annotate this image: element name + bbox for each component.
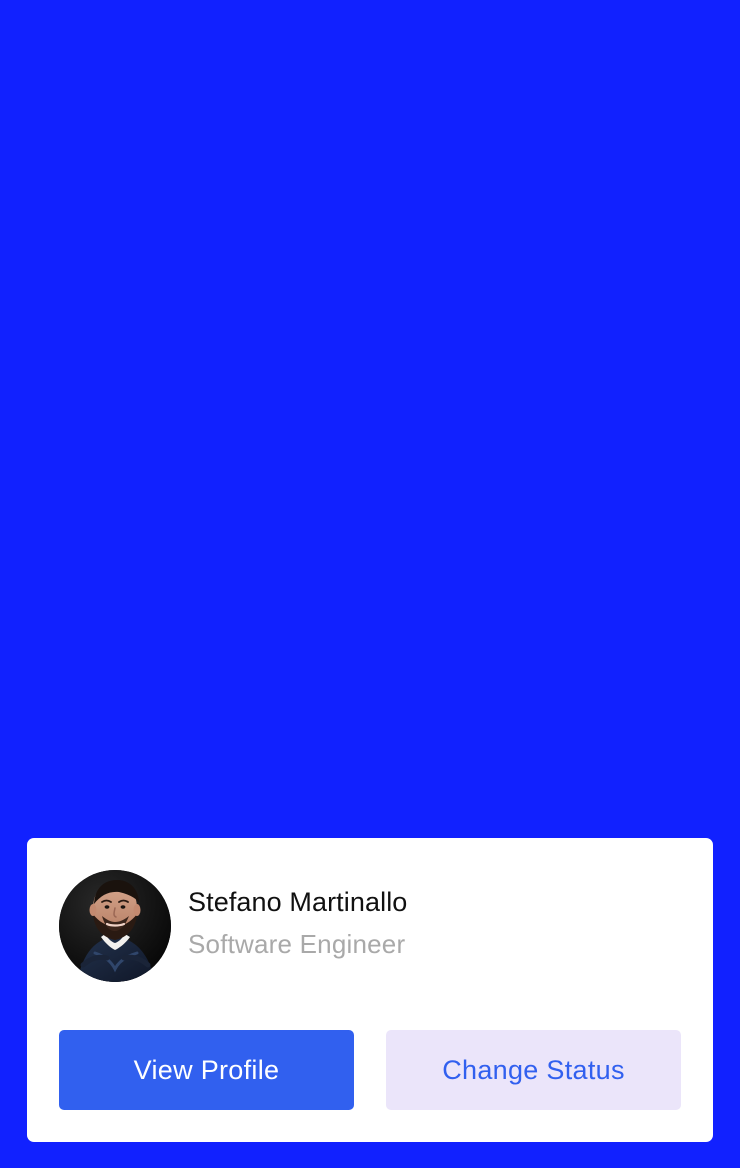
- profile-name: Stefano Martinallo: [188, 887, 408, 917]
- avatar: [59, 870, 171, 982]
- change-status-button[interactable]: Change Status: [386, 1030, 681, 1110]
- card-actions: View Profile Change Status: [59, 1030, 681, 1110]
- view-profile-button[interactable]: View Profile: [59, 1030, 354, 1110]
- profile-role: Software Engineer: [188, 929, 406, 959]
- identity: Stefano Martinallo Software Engineer: [188, 885, 407, 961]
- person-photo-icon: [59, 870, 171, 982]
- profile-card: Stefano Martinallo Software Engineer Vie…: [27, 838, 713, 1142]
